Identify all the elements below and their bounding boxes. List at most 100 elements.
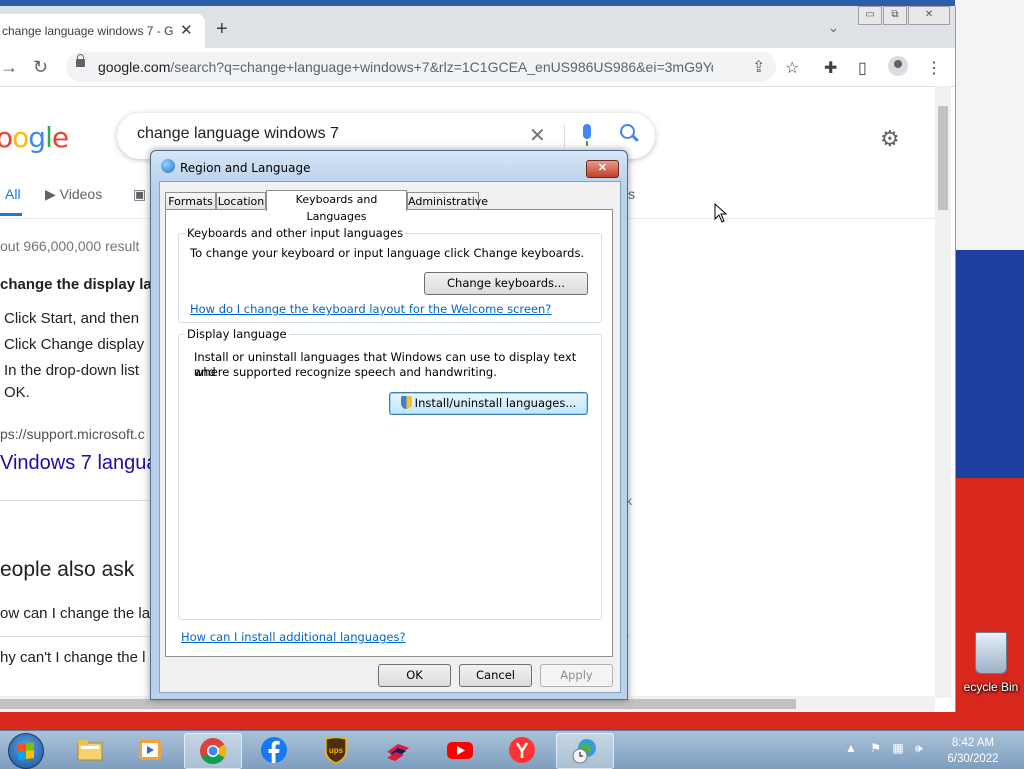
folder-icon <box>77 740 103 761</box>
tab-all-underline <box>0 213 22 216</box>
bank-flag-icon <box>387 744 409 761</box>
result-stats: out 966,000,000 result <box>0 238 140 254</box>
extensions-icon[interactable]: ✚ <box>824 58 837 78</box>
forward-icon[interactable]: → <box>0 57 18 78</box>
tab-location[interactable]: Location <box>216 192 266 210</box>
profile-icon[interactable] <box>888 56 908 76</box>
taskbar-clock[interactable]: 8:42 AM 6/30/2022 <box>940 735 1006 767</box>
browser-tab[interactable]: change language windows 7 - G ✕ <box>0 14 205 48</box>
snippet-line-4: OK. <box>4 384 30 401</box>
horizontal-scroll-thumb[interactable] <box>0 699 796 709</box>
taskbar-explorer[interactable] <box>62 733 118 767</box>
window-controls: ▭ ⧉ ✕ <box>858 6 950 25</box>
taskbar-region-language[interactable] <box>556 733 614 769</box>
install-uninstall-languages-button[interactable]: Install/uninstall languages... <box>389 392 588 415</box>
snippet-title: change the display la <box>0 276 152 293</box>
tray-expand-icon[interactable]: ▲ <box>845 741 857 755</box>
result-divider <box>0 500 150 501</box>
display-language-text-2: where supported recognize speech and han… <box>194 365 497 379</box>
tab-videos[interactable]: ▶︎ Videos <box>45 186 102 203</box>
ok-button[interactable]: OK <box>378 664 451 687</box>
uac-shield-icon <box>400 396 412 409</box>
dialog-close-button[interactable]: ✕ <box>586 160 619 178</box>
mouse-cursor-icon <box>714 203 728 223</box>
maximize-button[interactable]: ⧉ <box>883 6 907 25</box>
volume-icon[interactable]: 🕪 <box>915 741 923 755</box>
system-tray: ▲ ⚑ ▦ 🕪 <box>845 741 923 756</box>
welcome-screen-link[interactable]: How do I change the keyboard layout for … <box>190 302 551 316</box>
vertical-scrollbar[interactable] <box>935 86 951 698</box>
taskbar-media-player[interactable] <box>122 733 178 767</box>
start-button[interactable] <box>8 733 44 769</box>
taskbar-chrome[interactable] <box>184 733 242 769</box>
globe-icon <box>161 159 175 173</box>
tab-administrative[interactable]: Administrative <box>407 192 488 210</box>
google-logo[interactable]: oogle <box>0 121 69 154</box>
dialog-body: Formats Location Keyboards and Languages… <box>159 181 621 693</box>
region-language-dialog: Region and Language ✕ Formats Location K… <box>150 150 628 700</box>
install-languages-link[interactable]: How can I install additional languages? <box>181 630 406 644</box>
tab-bar: change language windows 7 - G ✕ + ⌄ ▭ ⧉ … <box>0 6 955 48</box>
tab-close-icon[interactable]: ✕ <box>180 21 193 39</box>
question-1[interactable]: ow can I change the la <box>0 605 150 622</box>
keyboards-group-label: Keyboards and other input languages <box>185 226 406 240</box>
tab-formats[interactable]: Formats <box>165 192 216 210</box>
star-icon[interactable]: ☆ <box>785 58 799 78</box>
address-bar[interactable]: google.com/search?q=change+language+wind… <box>66 52 776 82</box>
taskbar-bank-of-america[interactable] <box>370 733 426 767</box>
recycle-bin[interactable]: ecycle Bin <box>958 632 1024 694</box>
cancel-button[interactable]: Cancel <box>459 664 532 687</box>
display-language-label: Display language <box>185 327 289 341</box>
svg-text:ups: ups <box>329 746 344 755</box>
search-icon[interactable] <box>620 124 635 139</box>
tab-search-icon[interactable]: ⌄ <box>828 20 839 36</box>
result-source-url[interactable]: ps://support.microsoft.c <box>0 426 145 442</box>
keyboards-description: To change your keyboard or input languag… <box>190 246 585 260</box>
search-input[interactable]: change language windows 7 <box>137 125 339 143</box>
taskbar-ups[interactable]: ups <box>308 733 364 767</box>
menu-icon[interactable]: ⋮ <box>926 58 942 78</box>
url-text[interactable]: google.com/search?q=change+language+wind… <box>98 59 713 75</box>
clock-date: 6/30/2022 <box>947 753 999 765</box>
lock-icon[interactable] <box>76 54 85 67</box>
microphone-icon[interactable] <box>583 124 591 146</box>
clear-search-icon[interactable]: ✕ <box>529 123 546 148</box>
recycle-bin-label: ecycle Bin <box>963 680 1019 694</box>
clock-time: 8:42 AM <box>951 737 995 749</box>
change-keyboards-button[interactable]: Change keyboards... <box>424 272 588 295</box>
display-language-group: Display language Install or uninstall la… <box>178 327 602 620</box>
desktop-background-white <box>955 0 1024 250</box>
google-apps-icon[interactable]: ⋮ <box>926 126 935 151</box>
sidepanel-icon[interactable]: ▯ <box>858 58 867 78</box>
desktop-background-blue <box>955 250 1024 480</box>
browser-toolbar: → ↻ google.com/search?q=change+language+… <box>0 48 955 87</box>
yandex-icon <box>509 737 535 763</box>
apply-button[interactable]: Apply <box>540 664 613 687</box>
vertical-scroll-thumb[interactable] <box>938 106 948 210</box>
tab-more-partial[interactable]: s <box>628 186 635 202</box>
result-link[interactable]: Vindows 7 languag <box>0 452 169 475</box>
taskbar-facebook[interactable] <box>246 733 302 767</box>
search-divider <box>564 125 565 147</box>
settings-gear-icon[interactable]: ⚙ <box>880 126 900 152</box>
youtube-icon <box>447 742 473 759</box>
media-player-icon <box>139 740 161 760</box>
chrome-icon <box>200 738 227 765</box>
new-tab-button[interactable]: + <box>216 18 228 41</box>
taskbar-yandex[interactable] <box>494 733 550 767</box>
minimize-button[interactable]: ▭ <box>858 6 882 25</box>
action-center-icon[interactable]: ⚑ <box>870 741 881 755</box>
refresh-icon[interactable]: ↻ <box>33 57 48 78</box>
question-2[interactable]: hy can't I change the l <box>0 649 145 666</box>
tab-keyboards-languages[interactable]: Keyboards and Languages <box>266 190 407 223</box>
taskbar-youtube[interactable] <box>432 733 488 767</box>
tab-images-icon[interactable]: ▣ <box>133 186 146 203</box>
close-window-button[interactable]: ✕ <box>908 6 950 25</box>
tab-all[interactable]: All <box>5 186 21 202</box>
recycle-bin-icon <box>975 632 1007 674</box>
share-icon[interactable]: ⇪ <box>752 57 765 77</box>
network-icon[interactable]: ▦ <box>892 741 903 755</box>
tab-title: change language windows 7 - G <box>2 24 174 38</box>
keyboards-group: Keyboards and other input languages To c… <box>178 226 602 323</box>
dialog-title: Region and Language <box>180 161 311 175</box>
